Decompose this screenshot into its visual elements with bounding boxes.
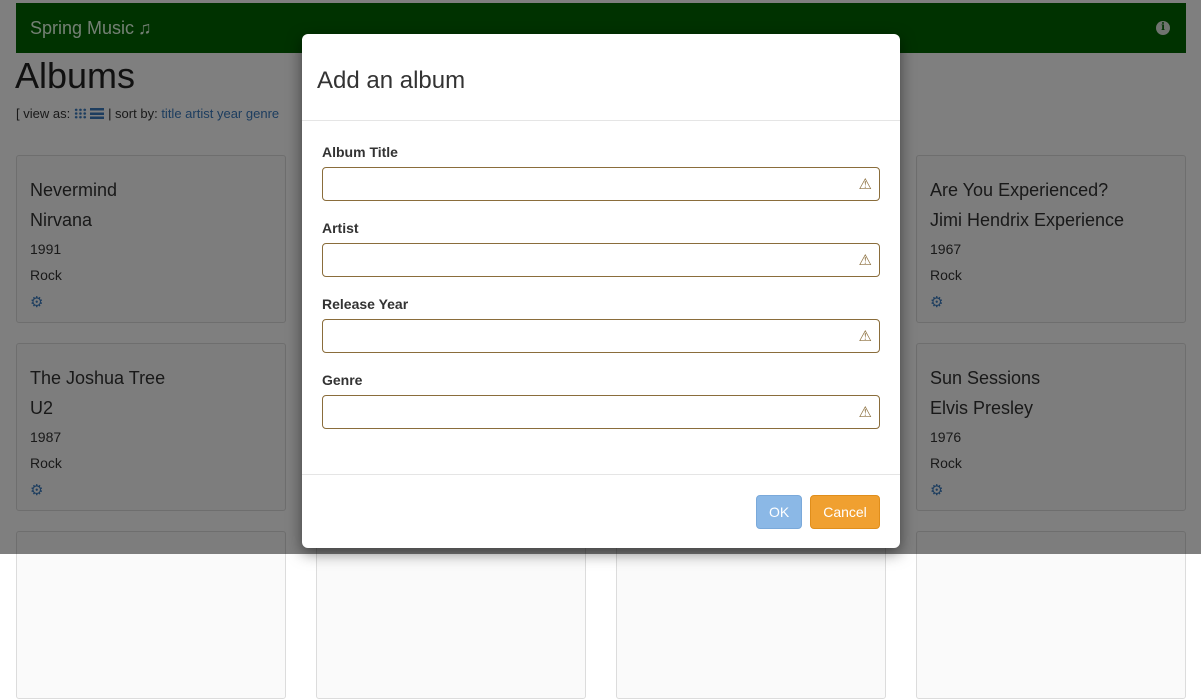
- album-card: [916, 531, 1186, 699]
- artist-field-group: Artist ⚠: [322, 220, 880, 277]
- artist-input[interactable]: [322, 243, 880, 277]
- warning-icon: ⚠: [858, 328, 872, 345]
- modal-body: Album Title ⚠ Artist ⚠ Release Year ⚠ Ge…: [302, 121, 900, 475]
- album-title-label: Album Title: [322, 144, 398, 160]
- release-year-input[interactable]: [322, 319, 880, 353]
- add-album-dialog: Add an album Album Title ⚠ Artist ⚠ Rele…: [302, 34, 900, 548]
- modal-title: Add an album: [317, 67, 466, 94]
- genre-label: Genre: [322, 372, 363, 388]
- modal-header: Add an album: [302, 34, 900, 121]
- genre-input[interactable]: [322, 395, 880, 429]
- ok-button[interactable]: OK: [756, 495, 802, 529]
- modal-footer: OK Cancel: [302, 475, 900, 547]
- album-title-field-group: Album Title ⚠: [322, 144, 880, 201]
- warning-icon: ⚠: [858, 176, 872, 193]
- genre-field-group: Genre ⚠: [322, 372, 880, 429]
- album-title-input[interactable]: [322, 167, 880, 201]
- artist-label: Artist: [322, 220, 359, 236]
- release-year-label: Release Year: [322, 296, 409, 312]
- cancel-button[interactable]: Cancel: [810, 495, 880, 529]
- album-card: [16, 531, 286, 699]
- warning-icon: ⚠: [858, 404, 872, 421]
- album-card: [316, 531, 586, 699]
- warning-icon: ⚠: [858, 252, 872, 269]
- release-year-field-group: Release Year ⚠: [322, 296, 880, 353]
- album-card: [616, 531, 886, 699]
